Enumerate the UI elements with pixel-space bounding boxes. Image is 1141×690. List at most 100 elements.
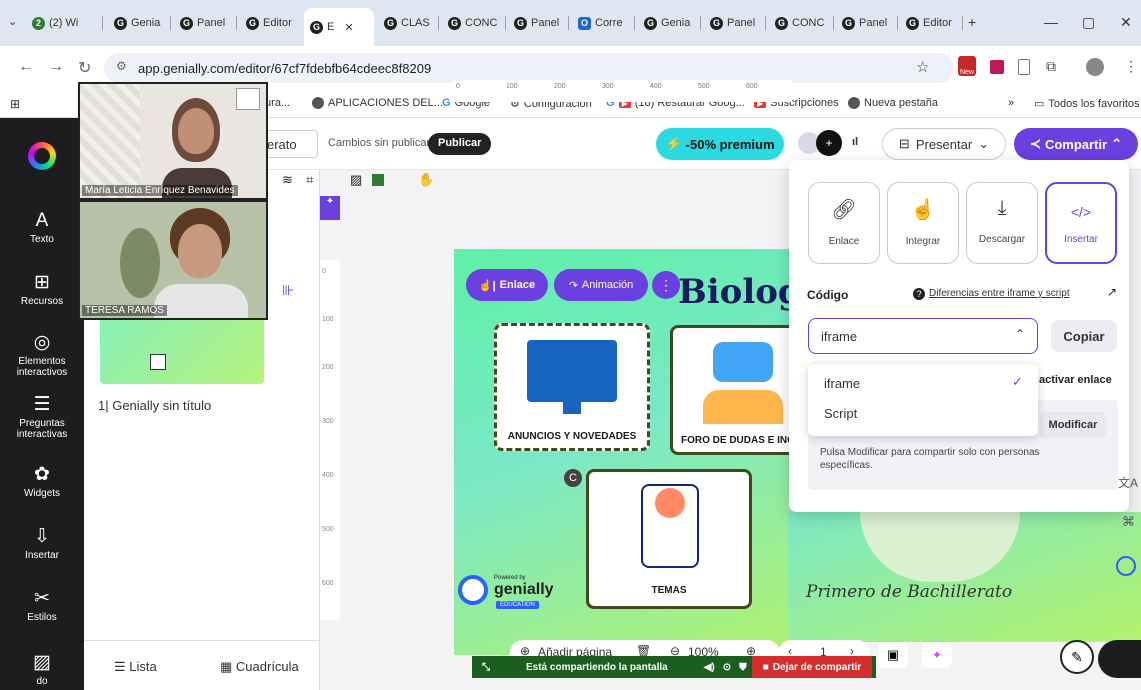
new-tab-button[interactable]: + (968, 14, 976, 30)
animation-pill-button[interactable]: ↷ Animación (554, 269, 648, 301)
embed-type-select[interactable]: iframe ⌃ (808, 318, 1038, 354)
nav-item-texto[interactable]: A Texto (0, 210, 84, 245)
share-option-integrar[interactable]: ☝ Integrar (887, 182, 959, 264)
option-label: Enlace (828, 236, 860, 247)
share-option-enlace[interactable]: 🔗︎ Enlace (808, 182, 880, 264)
slide-title[interactable]: Biolog (678, 272, 802, 312)
restore-button[interactable]: ▢ (1082, 14, 1095, 31)
apps-grid-icon[interactable]: ⊞ (10, 97, 20, 111)
page-options-icon[interactable]: ⊪ (282, 282, 294, 299)
settings-icon[interactable]: ⊙ (723, 662, 731, 673)
grid-view-button[interactable]: ▦ Cuadrícula (220, 659, 299, 675)
genially-logo[interactable] (28, 142, 56, 170)
present-button[interactable]: ⊟ Presentar ⌄ (882, 128, 1006, 160)
insert-icon: ⇩ (34, 526, 50, 547)
drag-handle-icon[interactable]: ⤡ (482, 662, 490, 673)
tab-active[interactable]: G E ✕ (304, 8, 374, 46)
genially-icon: G (384, 16, 397, 30)
reading-list-icon[interactable] (1018, 59, 1030, 75)
dropdown-option-iframe[interactable]: iframe (824, 376, 860, 391)
extension-new-icon[interactable]: New (958, 56, 976, 76)
tab-1[interactable]: 2 (2) Wi (26, 10, 96, 36)
share-option-descargar[interactable]: ⤓ Descargar (966, 182, 1038, 264)
apps-icon[interactable]: ⌘ (1122, 514, 1135, 530)
nav-item-widgets[interactable]: ✿ Widgets (0, 464, 84, 499)
tab-7[interactable]: G CONC (442, 10, 502, 36)
copy-button[interactable]: Copiar (1051, 320, 1117, 352)
list-view-button[interactable]: ☰ Lista (114, 659, 157, 675)
nav-item-insertar[interactable]: ⇩ Insertar (0, 526, 84, 561)
tab-11[interactable]: G Panel (704, 10, 762, 36)
nav-item-preguntas[interactable]: ☰ Preguntas interactivas (0, 394, 84, 440)
add-collaborator-icon[interactable]: + (816, 130, 842, 156)
ai-sparkle-icon[interactable]: ✦ (922, 642, 952, 668)
code-icon: </> (1070, 204, 1092, 220)
dropdown-option-script[interactable]: Script (824, 406, 857, 421)
more-options-icon[interactable]: ⋮ (652, 271, 680, 299)
reload-icon[interactable]: ↻ (78, 58, 91, 78)
tab-9[interactable]: O Corre (572, 10, 632, 36)
close-window-button[interactable]: ✕ (1120, 14, 1132, 31)
tab-search-icon[interactable]: ⌄ (8, 15, 17, 28)
frame-icon[interactable]: ⌗ (306, 172, 313, 188)
menu-kebab-icon[interactable]: ⋮ (1124, 58, 1138, 75)
tab-4[interactable]: G Editor (240, 10, 302, 36)
premium-button[interactable]: ⚡ -50% premium (656, 128, 784, 160)
link-pill-button[interactable]: ☝| Enlace (466, 269, 548, 301)
tab-13[interactable]: G Panel (836, 10, 894, 36)
external-link-icon[interactable]: ↗ (1107, 285, 1117, 299)
help-icon[interactable]: ? (913, 288, 925, 300)
slide-canvas[interactable]: ANUNCIOS Y NOVEDADES FORO DE DUDAS E INQ… (454, 249, 834, 655)
edit-pen-icon[interactable]: ✎ (1060, 640, 1094, 674)
all-bookmarks[interactable]: ▭ Todos los favoritos (1034, 97, 1140, 111)
pattern-icon[interactable]: ▨ (350, 172, 362, 188)
card-anuncios[interactable]: ANUNCIOS Y NOVEDADES (494, 323, 650, 451)
star-icon[interactable]: ☆ (916, 58, 929, 76)
minimize-button[interactable]: — (1044, 14, 1058, 30)
stop-sharing-button[interactable]: ■ Dejar de compartir (752, 656, 872, 678)
tab-6[interactable]: G CLAS (378, 10, 436, 36)
shield-icon[interactable]: ⛊ (739, 662, 747, 673)
tab-8[interactable]: G Panel (508, 10, 566, 36)
card-temas[interactable]: TEMAS (586, 469, 752, 609)
modify-button[interactable]: Modificar (1040, 412, 1106, 438)
slide-subtitle[interactable]: Primero de Bachillerato (806, 582, 1012, 602)
mic-icon[interactable]: ◀) (704, 662, 715, 673)
genially-title-input[interactable]: erato (262, 130, 318, 158)
nav-item-fondo[interactable]: ▨ do (0, 652, 84, 687)
back-arrow-icon[interactable]: ← (18, 58, 34, 76)
stats-icon[interactable]: ıl (852, 136, 858, 148)
tab-close-icon[interactable]: ✕ (344, 21, 353, 34)
nav-item-recursos[interactable]: ⊞ Recursos (0, 272, 84, 307)
tab-2[interactable]: G Genia (108, 10, 166, 36)
pin-icon[interactable]: ✦ (320, 196, 340, 220)
iframe-script-diff-link[interactable]: Diferencias entre iframe y script (929, 288, 1070, 299)
profile-avatar[interactable] (1086, 58, 1104, 76)
extensions-puzzle-icon[interactable]: ⧉ (1046, 58, 1056, 75)
translate-icon[interactable]: 文A (1118, 474, 1138, 491)
tab-12[interactable]: G CONC (769, 10, 831, 36)
floating-menu[interactable] (1098, 640, 1141, 678)
bookmark-2[interactable]: APLICACIONES DEL... (312, 97, 443, 109)
bookmarks-overflow-button[interactable]: » (1008, 97, 1014, 109)
bookmark-7[interactable]: Nueva pestaña (848, 97, 938, 109)
extension-icon[interactable] (990, 60, 1004, 74)
tab-14[interactable]: G Editor (900, 10, 960, 36)
address-bar[interactable]: ⚙ app.genially.com/editor/67cf7fdebfb64c… (104, 53, 954, 83)
comments-icon[interactable]: ▣ (878, 642, 908, 668)
tab-3[interactable]: G Panel (174, 10, 232, 36)
hand-tool-icon[interactable]: ✋ (418, 172, 434, 188)
forward-arrow-icon[interactable]: → (48, 58, 64, 76)
share-button[interactable]: ≺ Compartir ⌃ (1014, 128, 1138, 160)
layers-icon[interactable]: ≋ (282, 172, 293, 188)
publish-button[interactable]: Publicar (428, 133, 492, 155)
tab-label: Panel (197, 17, 226, 29)
nav-item-estilos[interactable]: ✂ Estilos (0, 588, 84, 623)
color-swatch[interactable] (372, 174, 384, 186)
tab-10[interactable]: G Genia (638, 10, 698, 36)
nav-item-elementos[interactable]: ◎ Elementos interactivos (0, 332, 84, 378)
share-option-insertar[interactable]: </> Insertar (1045, 182, 1117, 264)
site-info-icon[interactable]: ⚙ (116, 59, 127, 73)
rotate-handle-icon[interactable]: C (564, 469, 582, 487)
assistant-icon[interactable] (1116, 556, 1136, 576)
